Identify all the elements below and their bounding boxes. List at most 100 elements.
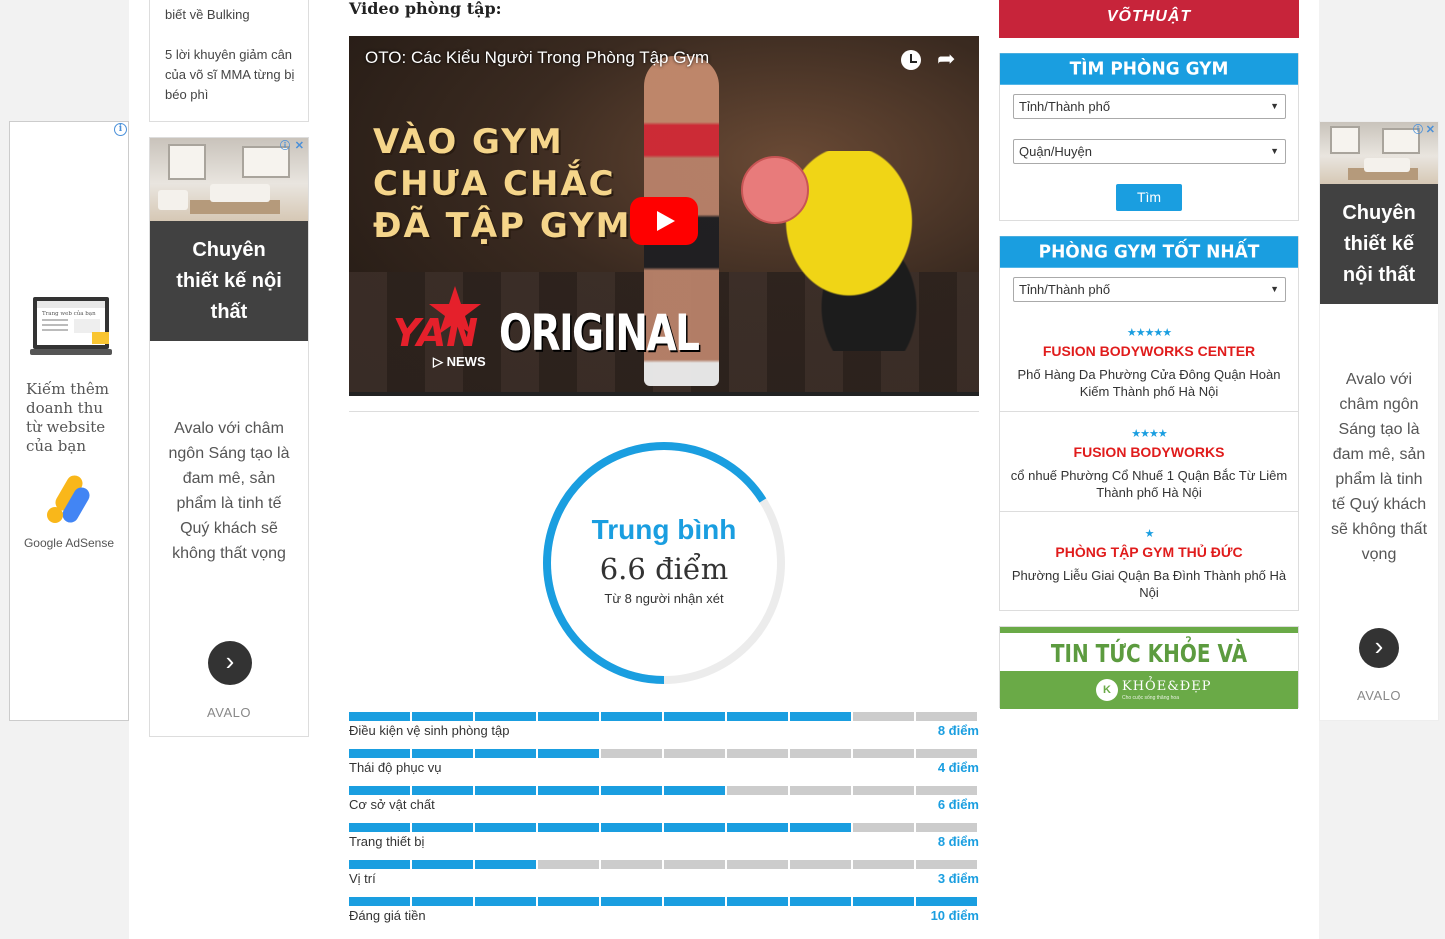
score-segment: [349, 897, 410, 906]
criterion-name: Vị trí: [349, 871, 376, 886]
criterion-name: Trang thiết bị: [349, 834, 425, 849]
score-segment: [412, 786, 473, 795]
criterion-score-bar: [349, 897, 979, 906]
score-segment: [601, 823, 662, 832]
related-post-link[interactable]: 5 lời khuyên giảm cân của võ sĩ MMA từng…: [165, 45, 295, 105]
score-segment: [601, 749, 662, 758]
score-segment: [475, 749, 536, 758]
score-segment: [790, 897, 851, 906]
criterion-score: 8 điểm: [937, 723, 979, 738]
criterion-score-bar: [349, 860, 979, 869]
score-segment: [475, 897, 536, 906]
score-segment: [412, 897, 473, 906]
score-segment: [853, 712, 914, 721]
criterion-score-bar: [349, 823, 979, 832]
avalo-body[interactable]: Avalo với châm ngôn Sáng tạo là đam mê, …: [150, 416, 308, 566]
criterion-score: 4 điểm: [937, 760, 979, 775]
avalo-headline[interactable]: Chuyên thiết kế nội thất: [150, 221, 308, 341]
score-segment: [790, 749, 851, 758]
health-news-banner[interactable]: TIN TỨC KHỎE VÀ ĐẸP K KHỎE&ĐẸP Cho cuộc …: [999, 626, 1299, 709]
channel-original-text: ORIGINAL: [499, 304, 700, 362]
score-segment: [727, 749, 788, 758]
score-segment: [475, 786, 536, 795]
chevron-right-icon[interactable]: ›: [1359, 628, 1399, 668]
adchoices-icon[interactable]: ⓘ: [1413, 124, 1423, 137]
score-segment: [538, 749, 599, 758]
score-segment: [727, 712, 788, 721]
avalo-body[interactable]: Avalo với châm ngôn Sáng tạo là đam mê, …: [1320, 367, 1438, 567]
dropdown-arrow-icon: ▼: [1270, 101, 1279, 111]
dropdown-arrow-icon: ▼: [1270, 146, 1279, 156]
play-button[interactable]: [630, 197, 698, 245]
adchoices-icon[interactable]: i: [114, 123, 127, 136]
criterion-row: Thái độ phục vụ 4 điểm: [349, 749, 979, 779]
score-segment: [664, 786, 725, 795]
overlay-line: ĐÃ TẬP GYM: [373, 206, 632, 246]
criterion-score-bar: [349, 749, 979, 758]
gym-item[interactable]: ★ PHÒNG TẬP GYM THỦ ĐỨC Phường Liễu Giai…: [1000, 511, 1298, 611]
banner-top-stripe: [1000, 627, 1298, 633]
score-segment: [664, 749, 725, 758]
criterion-score: 10 điểm: [930, 908, 979, 923]
score-segment: [664, 823, 725, 832]
avalo-ad-right[interactable]: ⓘ ✕ Chuyên thiết kế nội thất Avalo với c…: [1319, 121, 1439, 721]
dropdown-arrow-icon: ▼: [1270, 284, 1279, 294]
score-segment: [727, 823, 788, 832]
youtube-video-player[interactable]: OTO: Các Kiểu Người Trong Phòng Tập Gym …: [349, 36, 979, 396]
score-segment: [664, 860, 725, 869]
close-ad-icon[interactable]: ✕: [1426, 124, 1435, 137]
score-segment: [412, 823, 473, 832]
video-overlay-text: VÀO GYM CHƯA CHẮC ĐÃ TẬP GYM: [373, 121, 632, 247]
khoe-dep-logo-icon: K: [1096, 679, 1118, 701]
criterion-score: 6 điểm: [937, 797, 979, 812]
play-circle-icon: ▷: [433, 354, 443, 369]
gym-item[interactable]: ★★★★★ FUSION BODYWORKS CENTER Phố Hàng D…: [1000, 311, 1298, 411]
watch-later-icon[interactable]: [901, 50, 921, 70]
score-segment: [475, 712, 536, 721]
adsense-headline[interactable]: Kiếm thêm doanh thu từ website của bạn: [26, 380, 122, 456]
find-button[interactable]: Tìm: [1116, 184, 1182, 211]
overlay-line: CHƯA CHẮC: [373, 164, 616, 204]
channel-news-text: ▷ NEWS: [433, 354, 486, 370]
vothuat-banner[interactable]: VÕTHUẬT: [999, 0, 1299, 38]
yan-logo-text: YAN: [393, 311, 478, 355]
adsense-ad[interactable]: i Trang web của bạn Kiếm thêm doanh thu …: [9, 121, 129, 721]
criterion-row: Đáng giá tiền 10 điểm: [349, 897, 979, 927]
score-segment: [538, 786, 599, 795]
score-segment: [412, 712, 473, 721]
gym-name[interactable]: PHÒNG TẬP GYM THỦ ĐỨC: [1000, 544, 1298, 560]
score-segment: [727, 860, 788, 869]
score-segment: [727, 786, 788, 795]
avalo-brand: AVALO: [207, 705, 251, 720]
score-segment: [349, 823, 410, 832]
banner-bottom-stripe: K KHỎE&ĐẸP Cho cuộc sống thăng hoa: [1000, 671, 1298, 709]
laptop-icon: Trang web của bạn: [30, 297, 112, 355]
score-segment: [916, 823, 977, 832]
province-select[interactable]: Tỉnh/Thành phố ▼: [1013, 94, 1286, 119]
share-icon[interactable]: ➦: [937, 46, 955, 72]
gym-name[interactable]: FUSION BODYWORKS CENTER: [1000, 343, 1298, 359]
close-ad-icon[interactable]: ✕: [295, 140, 304, 153]
video-title[interactable]: OTO: Các Kiểu Người Trong Phòng Tập Gym: [365, 48, 709, 68]
best-gyms-province-select[interactable]: Tỉnh/Thành phố ▼: [1013, 277, 1286, 302]
adchoices-icon[interactable]: ⓘ: [280, 140, 290, 153]
criterion-row: Cơ sở vật chất 6 điểm: [349, 786, 979, 816]
avalo-headline[interactable]: Chuyên thiết kế nội thất: [1320, 184, 1438, 304]
gym-item[interactable]: ★★★★ FUSION BODYWORKS cổ nhuế Phường Cổ …: [1000, 411, 1298, 511]
score-segment: [412, 860, 473, 869]
criterion-name: Thái độ phục vụ: [349, 760, 442, 775]
related-post-link[interactable]: biết về Bulking: [165, 5, 250, 25]
score-segment: [538, 712, 599, 721]
chevron-right-icon[interactable]: ›: [208, 641, 252, 685]
related-posts: biết về Bulking 5 lời khuyên giảm cân củ…: [149, 0, 309, 122]
star-rating: ★: [1144, 528, 1155, 540]
score-segment: [790, 712, 851, 721]
avalo-ad[interactable]: ⓘ ✕ Chuyên thiết kế nội thất Avalo với c…: [149, 137, 309, 737]
avalo-brand: AVALO: [1357, 688, 1401, 703]
score-segment: [916, 786, 977, 795]
best-gyms-box: PHÒNG GYM TỐT NHẤT Tỉnh/Thành phố ▼ ★★★★…: [999, 236, 1299, 611]
district-select[interactable]: Quận/Huyện ▼: [1013, 139, 1286, 164]
gym-name[interactable]: FUSION BODYWORKS: [1000, 444, 1298, 460]
criterion-row: Trang thiết bị 8 điểm: [349, 823, 979, 853]
score-segment: [538, 860, 599, 869]
